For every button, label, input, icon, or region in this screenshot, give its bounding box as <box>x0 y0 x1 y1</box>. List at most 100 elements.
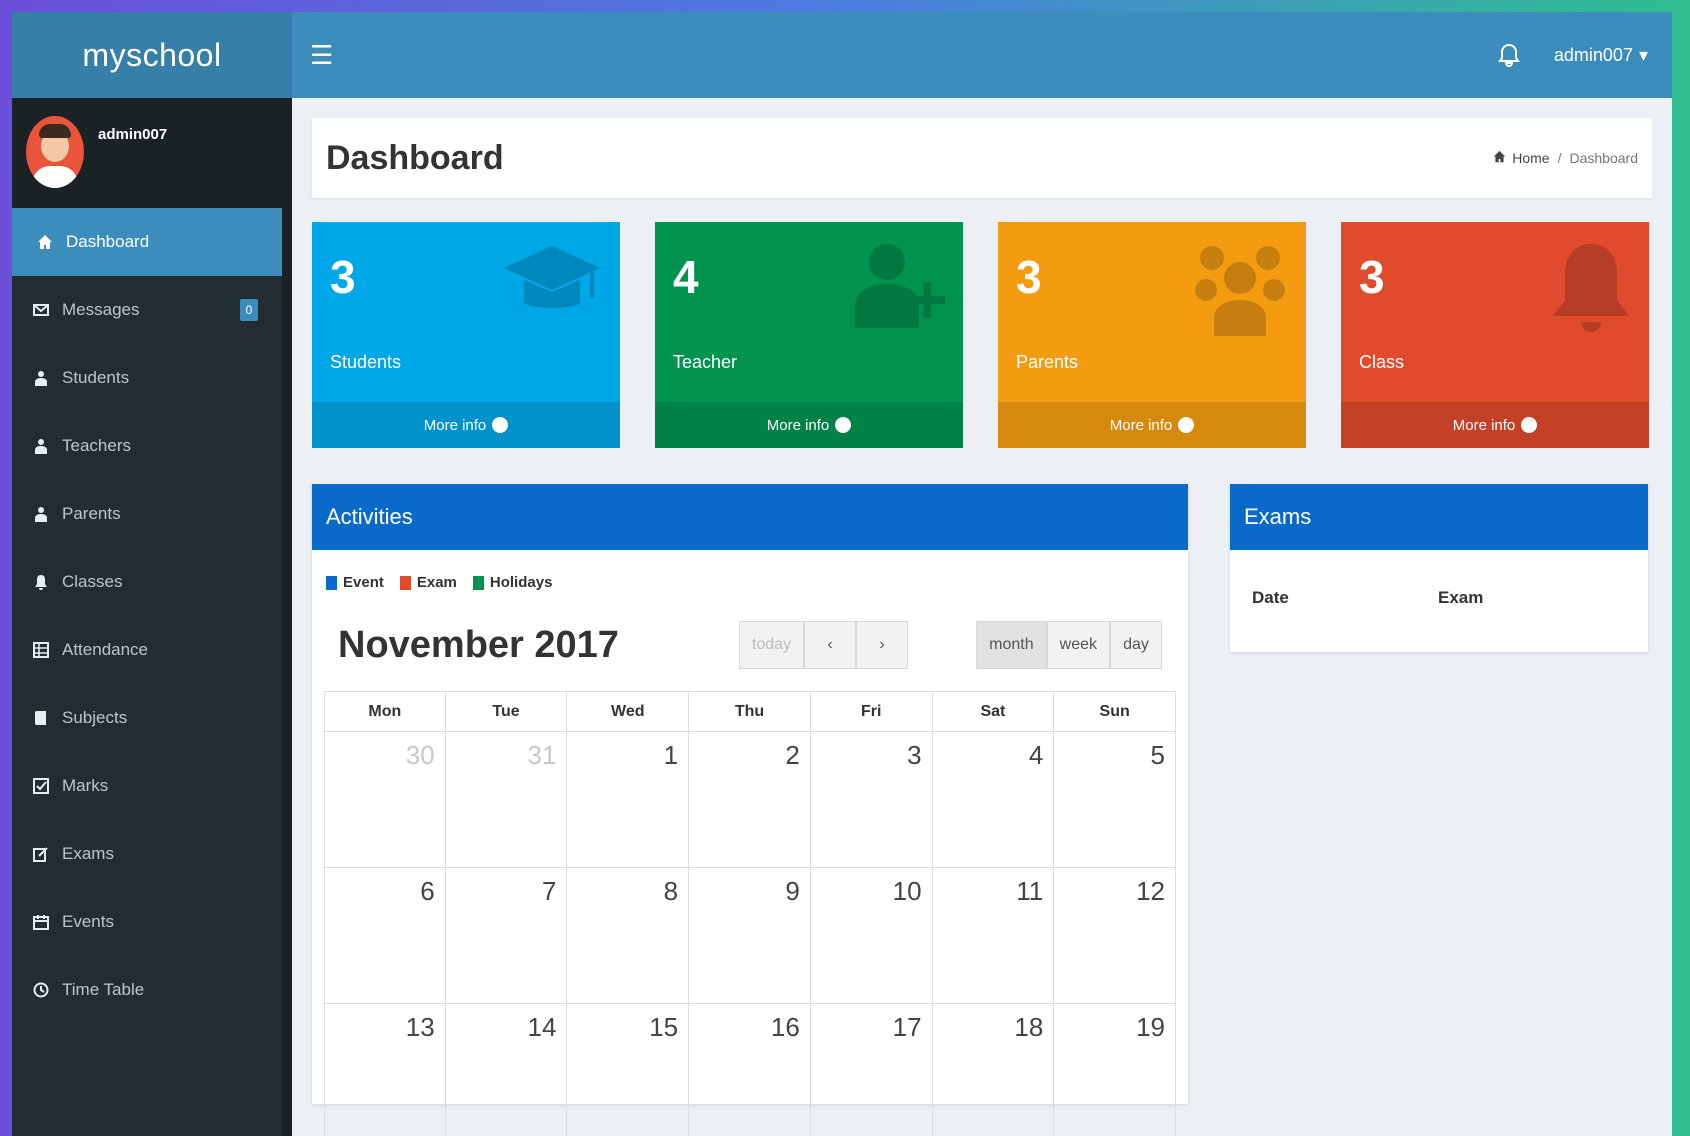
calendar-week: 13 14 15 16 17 18 19 <box>324 1004 1176 1136</box>
calendar-day-cell[interactable]: 16 <box>689 1004 811 1136</box>
weekday-label: Wed <box>567 692 690 732</box>
calendar-day-cell[interactable]: 3 <box>810 732 933 868</box>
sidebar-item-exams[interactable]: Exams <box>12 820 282 888</box>
calendar-day-cell[interactable]: 2 <box>689 732 811 868</box>
exams-panel: Exams Date Exam <box>1230 484 1648 652</box>
weekday-label: Sat <box>932 692 1055 732</box>
stat-box-teacher: 4 Teacher More info <box>655 222 963 448</box>
calendar-day-cell[interactable]: 7 <box>445 868 568 1004</box>
calendar-day-cell[interactable]: 14 <box>446 1004 568 1136</box>
calendar-day-cell[interactable]: 4 <box>932 732 1055 868</box>
more-info-label: More info <box>1109 416 1173 434</box>
calendar-day-cell[interactable]: 12 <box>1054 868 1176 1004</box>
legend-label: Holidays <box>489 574 553 591</box>
caret-down-icon: ▾ <box>1638 44 1648 65</box>
calendar-day-cell[interactable]: 9 <box>689 868 811 1004</box>
arrow-circle-right-icon <box>1521 417 1538 433</box>
calendar-day-cell[interactable]: 31 <box>445 732 568 868</box>
exams-table-header: Date Exam <box>1230 550 1648 608</box>
sidebar-item-dashboard[interactable]: Dashboard <box>12 208 282 276</box>
calendar-day-cell[interactable]: 10 <box>810 868 933 1004</box>
breadcrumb-home-label: Home <box>1512 150 1550 166</box>
column-header-date: Date <box>1252 588 1289 607</box>
sidebar-item-teachers[interactable]: Teachers <box>12 412 282 480</box>
calendar-day-cell[interactable]: 8 <box>567 868 690 1004</box>
sidebar-menu: Dashboard Messages 0 Students Teachers P… <box>12 208 282 1024</box>
legend-exam: Exam <box>399 574 457 591</box>
calendar-week: 30 31 1 2 3 4 5 <box>324 732 1176 868</box>
clock-icon <box>32 981 50 999</box>
calendar-day-cell[interactable]: 11 <box>932 868 1055 1004</box>
sidebar-item-attendance[interactable]: Attendance <box>12 616 282 684</box>
prev-month-button[interactable]: ‹ <box>804 621 857 669</box>
more-info-link[interactable]: More info <box>655 402 963 448</box>
sidebar-item-label: Students <box>62 368 130 387</box>
stat-label: Teacher <box>673 352 738 372</box>
messages-count-badge: 0 <box>240 299 258 321</box>
breadcrumb-separator: / <box>1557 150 1562 166</box>
users-icon <box>1192 240 1288 341</box>
calendar-legend: Event Exam Holidays <box>312 550 1188 591</box>
next-month-button[interactable]: › <box>856 621 909 669</box>
legend-label: Event <box>343 574 384 591</box>
sidebar-item-label: Attendance <box>62 640 149 659</box>
sidebar-item-label: Dashboard <box>66 232 150 251</box>
calendar-day-cell[interactable]: 30 <box>324 732 446 868</box>
more-info-link[interactable]: More info <box>998 402 1306 448</box>
legend-swatch <box>472 575 484 590</box>
sidebar-item-label: Messages <box>62 300 140 319</box>
stat-box-class: 3 Class More info <box>1341 222 1649 448</box>
stat-box-students: 3 Students More info <box>312 222 620 448</box>
notifications-icon[interactable] <box>1498 43 1520 67</box>
calendar-day-cell[interactable]: 19 <box>1054 1004 1176 1136</box>
user-menu[interactable]: admin007 ▾ <box>1554 45 1648 66</box>
calendar-day-cell[interactable]: 5 <box>1054 732 1176 868</box>
more-info-label: More info <box>423 416 487 434</box>
calendar-day-cell[interactable]: 18 <box>933 1004 1055 1136</box>
sidebar-toggle-icon[interactable]: ☰ <box>310 40 333 71</box>
sidebar-item-label: Marks <box>62 776 109 795</box>
sidebar-item-parents[interactable]: Parents <box>12 480 282 548</box>
calendar-day-cell[interactable]: 1 <box>567 732 690 868</box>
stat-box-parents: 3 Parents More info <box>998 222 1306 448</box>
weekday-label: Tue <box>445 692 568 732</box>
calendar-day-cell[interactable]: 15 <box>567 1004 690 1136</box>
calendar-day-cell[interactable]: 13 <box>324 1004 446 1136</box>
calendar-day-cell[interactable]: 6 <box>324 868 446 1004</box>
sidebar-item-marks[interactable]: Marks <box>12 752 282 820</box>
breadcrumb: Home / Dashboard <box>1493 150 1638 166</box>
bell-icon <box>1551 240 1631 341</box>
legend-holidays: Holidays <box>472 574 553 591</box>
more-info-link[interactable]: More info <box>1341 402 1649 448</box>
sidebar-item-messages[interactable]: Messages 0 <box>12 276 282 344</box>
sidebar-item-classes[interactable]: Classes <box>12 548 282 616</box>
stat-label: Class <box>1359 352 1405 372</box>
view-month-button[interactable]: month <box>976 621 1047 669</box>
exams-header: Exams <box>1230 484 1648 550</box>
legend-swatch <box>399 575 411 590</box>
user-icon <box>32 369 50 387</box>
sidebar-item-subjects[interactable]: Subjects <box>12 684 282 752</box>
chevron-right-icon: › <box>879 636 885 653</box>
weekday-label: Fri <box>810 692 933 732</box>
breadcrumb-home[interactable]: Home <box>1493 150 1550 166</box>
view-day-button[interactable]: day <box>1110 621 1162 669</box>
app-logo[interactable]: myschool <box>12 12 292 98</box>
activities-panel: Activities Event Exam Holidays November … <box>312 484 1188 1136</box>
view-week-button[interactable]: week <box>1046 621 1110 669</box>
activities-header: Activities <box>312 484 1188 550</box>
legend-event: Event <box>326 574 384 591</box>
edit-icon <box>32 845 50 863</box>
more-info-link[interactable]: More info <box>312 402 620 448</box>
sidebar-item-events[interactable]: Events <box>12 888 282 956</box>
app-window: myschool ☰ admin007 ▾ admin007 Dashboard <box>12 12 1672 1136</box>
sidebar-item-students[interactable]: Students <box>12 344 282 412</box>
sidebar-item-time-table[interactable]: Time Table <box>12 956 282 1024</box>
today-button[interactable]: today <box>738 621 805 669</box>
breadcrumb-current: Dashboard <box>1569 150 1639 166</box>
calendar-day-cell[interactable]: 17 <box>811 1004 933 1136</box>
bell-icon <box>32 573 50 591</box>
stat-value: 3 <box>1016 251 1042 303</box>
calendar-grid: Mon Tue Wed Thu Fri Sat Sun 30 31 1 2 3 <box>324 691 1176 1136</box>
dashboard-row: Activities Event Exam Holidays November … <box>312 484 1652 1136</box>
